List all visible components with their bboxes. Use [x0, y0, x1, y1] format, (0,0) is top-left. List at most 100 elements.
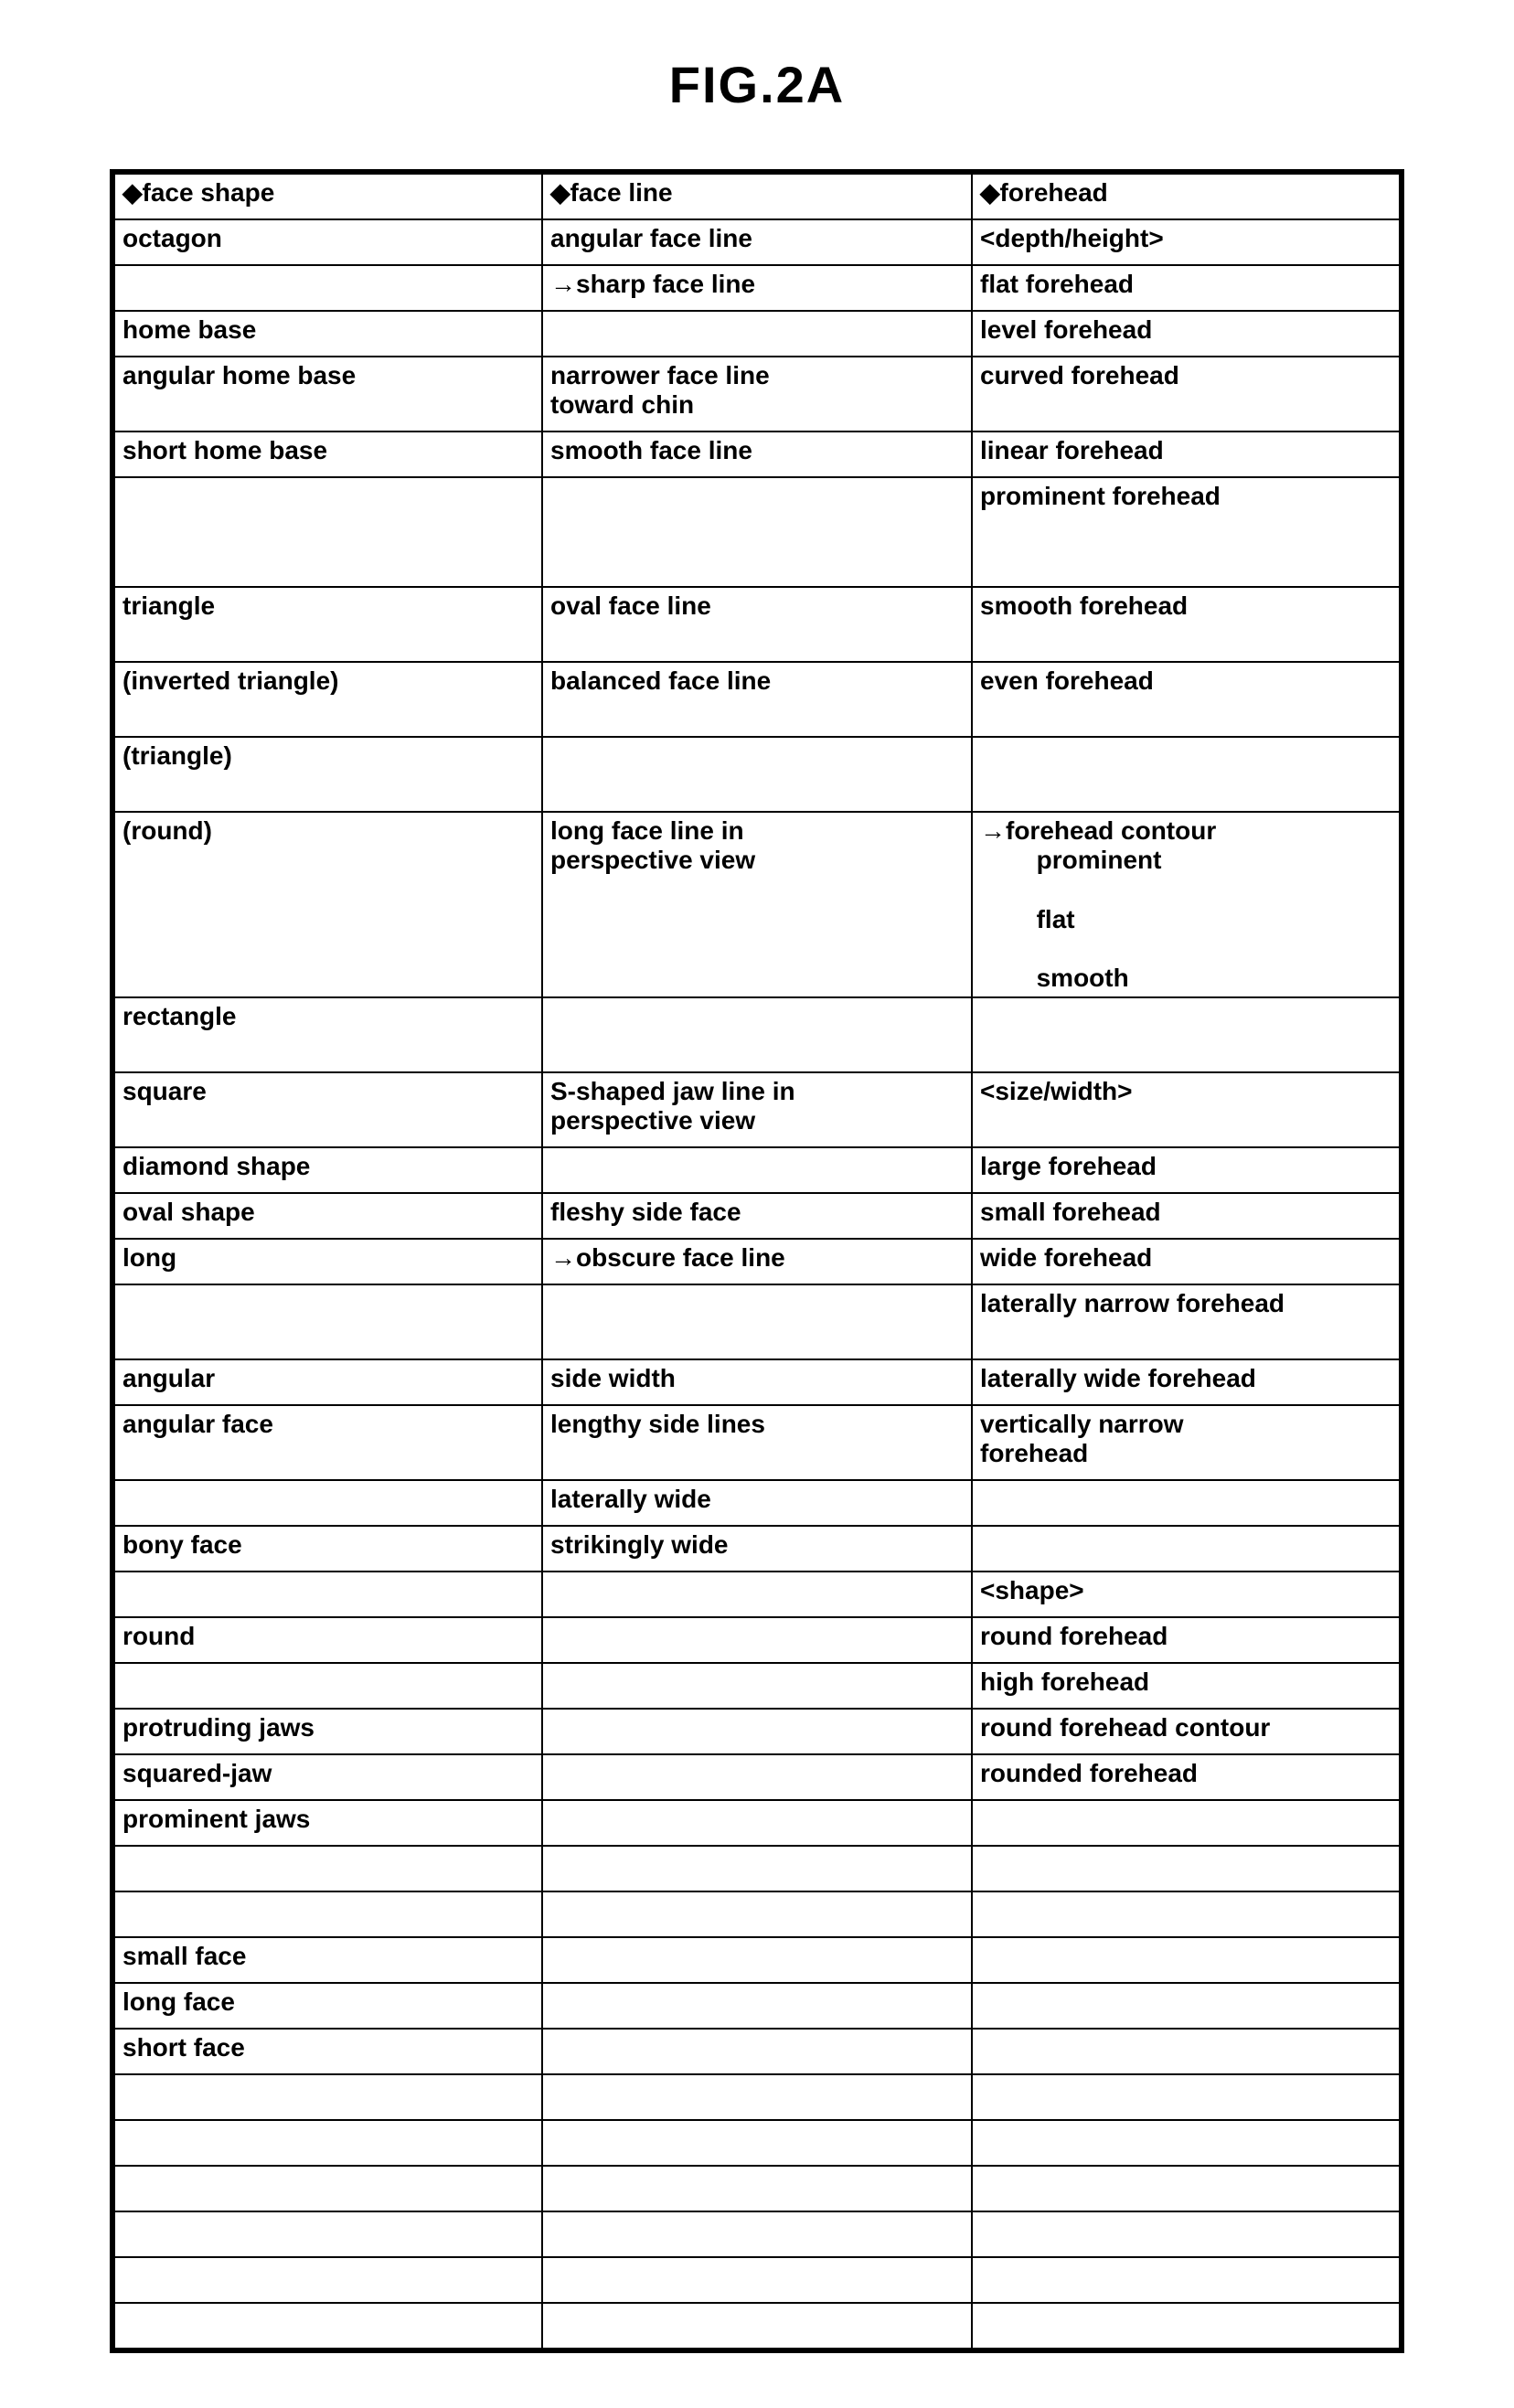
face-line-cell: [542, 1572, 972, 1617]
face-shape-cell: home base: [112, 311, 542, 357]
forehead-cell: <depth/height>: [972, 219, 1402, 265]
face-line-cell: [542, 737, 972, 812]
forehead-cell: round forehead: [972, 1617, 1402, 1663]
table-row: laterally narrow forehead: [112, 1284, 1402, 1359]
forehead-cell: [972, 2074, 1402, 2120]
face-line-cell: ◆face line: [542, 172, 972, 219]
table-row: angular facelengthy side linesvertically…: [112, 1405, 1402, 1480]
forehead-cell: laterally wide forehead: [972, 1359, 1402, 1405]
forehead-cell: prominent forehead: [972, 477, 1402, 587]
face-line-cell: →obscure face line: [542, 1239, 972, 1284]
forehead-cell: [972, 2120, 1402, 2166]
forehead-cell: [972, 737, 1402, 812]
table-row: [112, 2211, 1402, 2257]
table-row: short home basesmooth face linelinear fo…: [112, 432, 1402, 477]
table-row: (triangle): [112, 737, 1402, 812]
face-line-cell: [542, 2074, 972, 2120]
face-shape-cell: [112, 2257, 542, 2303]
table-row: protruding jaws round forehead contour: [112, 1709, 1402, 1754]
table-row: [112, 2166, 1402, 2211]
forehead-cell: [972, 2166, 1402, 2211]
face-line-cell: [542, 1937, 972, 1983]
table-row: oval shapefleshy side facesmall forehead: [112, 1193, 1402, 1239]
face-shape-cell: angular face: [112, 1405, 542, 1480]
table-row: squared-jaw rounded forehead: [112, 1754, 1402, 1800]
face-shape-cell: angular home base: [112, 357, 542, 432]
face-shape-cell: [112, 2211, 542, 2257]
table-row: home base level forehead: [112, 311, 1402, 357]
table-row: laterally wide: [112, 1480, 1402, 1526]
table-row: long face: [112, 1983, 1402, 2029]
forehead-cell: linear forehead: [972, 432, 1402, 477]
face-line-cell: oval face line: [542, 587, 972, 662]
face-line-cell: [542, 1709, 972, 1754]
forehead-cell: <size/width>: [972, 1072, 1402, 1147]
face-line-cell: strikingly wide: [542, 1526, 972, 1572]
face-shape-cell: [112, 1891, 542, 1937]
face-shape-cell: [112, 265, 542, 311]
table-row: [112, 1891, 1402, 1937]
table-row: bony facestrikingly wide: [112, 1526, 1402, 1572]
face-line-cell: [542, 2257, 972, 2303]
face-line-cell: →sharp face line: [542, 265, 972, 311]
face-line-cell: [542, 1617, 972, 1663]
forehead-cell: level forehead: [972, 311, 1402, 357]
table-row: (inverted triangle)balanced face lineeve…: [112, 662, 1402, 737]
face-line-cell: [542, 2166, 972, 2211]
face-shape-cell: squared-jaw: [112, 1754, 542, 1800]
table-row: →sharp face lineflat forehead: [112, 265, 1402, 311]
forehead-cell: [972, 1937, 1402, 1983]
table-row: round round forehead: [112, 1617, 1402, 1663]
face-shape-cell: small face: [112, 1937, 542, 1983]
face-line-cell: narrower face linetoward chin: [542, 357, 972, 432]
face-line-cell: [542, 2120, 972, 2166]
face-shape-cell: round: [112, 1617, 542, 1663]
table-row: small face: [112, 1937, 1402, 1983]
face-line-cell: [542, 1663, 972, 1709]
forehead-cell: small forehead: [972, 1193, 1402, 1239]
table-row: [112, 2120, 1402, 2166]
face-shape-cell: prominent jaws: [112, 1800, 542, 1846]
table-row: squareS-shaped jaw line inperspective vi…: [112, 1072, 1402, 1147]
table-row: triangleoval face linesmooth forehead: [112, 587, 1402, 662]
forehead-cell: high forehead: [972, 1663, 1402, 1709]
table-row: ◆face shape◆face line◆forehead: [112, 172, 1402, 219]
table-row: [112, 2074, 1402, 2120]
forehead-cell: [972, 1983, 1402, 2029]
face-line-cell: [542, 2303, 972, 2350]
forehead-cell: [972, 1800, 1402, 1846]
face-line-cell: [542, 311, 972, 357]
classification-table: ◆face shape◆face line◆foreheadoctagonang…: [110, 169, 1404, 2353]
face-line-cell: lengthy side lines: [542, 1405, 972, 1480]
face-shape-cell: square: [112, 1072, 542, 1147]
forehead-cell: smooth forehead: [972, 587, 1402, 662]
figure-title: FIG.2A: [110, 55, 1404, 114]
face-shape-cell: [112, 2303, 542, 2350]
forehead-cell: <shape>: [972, 1572, 1402, 1617]
face-line-cell: [542, 1891, 972, 1937]
table-row: prominent jaws: [112, 1800, 1402, 1846]
table-row: long→obscure face linewide forehead: [112, 1239, 1402, 1284]
face-shape-cell: long face: [112, 1983, 542, 2029]
forehead-cell: rounded forehead: [972, 1754, 1402, 1800]
forehead-cell: [972, 1480, 1402, 1526]
face-shape-cell: oval shape: [112, 1193, 542, 1239]
face-shape-cell: [112, 1284, 542, 1359]
face-shape-cell: triangle: [112, 587, 542, 662]
forehead-cell: vertically narrowforehead: [972, 1405, 1402, 1480]
face-shape-cell: long: [112, 1239, 542, 1284]
face-line-cell: balanced face line: [542, 662, 972, 737]
table-row: angularside widthlaterally wide forehead: [112, 1359, 1402, 1405]
table-row: angular home basenarrower face linetowar…: [112, 357, 1402, 432]
face-line-cell: [542, 1147, 972, 1193]
face-shape-cell: diamond shape: [112, 1147, 542, 1193]
forehead-cell: ◆forehead: [972, 172, 1402, 219]
face-line-cell: [542, 2029, 972, 2074]
face-shape-cell: angular: [112, 1359, 542, 1405]
forehead-cell: curved forehead: [972, 357, 1402, 432]
face-shape-cell: (triangle): [112, 737, 542, 812]
forehead-cell: [972, 1891, 1402, 1937]
table-row: [112, 1846, 1402, 1891]
table-row: high forehead: [112, 1663, 1402, 1709]
table-row: [112, 2257, 1402, 2303]
